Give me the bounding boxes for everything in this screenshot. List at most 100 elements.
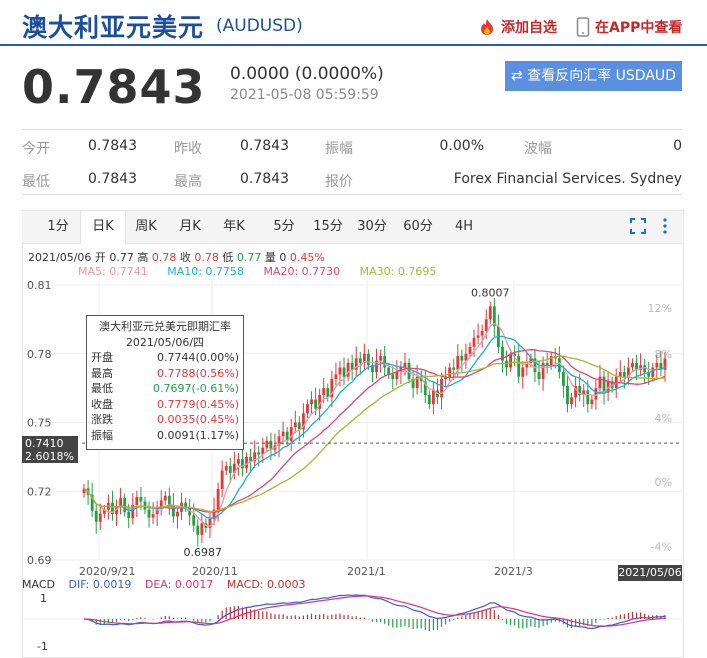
candle-body — [635, 362, 638, 370]
candle-body — [622, 372, 626, 377]
tooltip-row-value: 0.7779(0.45%) — [156, 397, 239, 411]
tab-weekly-k[interactable]: 周K — [124, 211, 168, 243]
ma-legend: MA5: 0.7741 MA10: 0.7758 MA20: 0.7730 MA… — [78, 265, 452, 278]
y-tick-label: 0.69 — [27, 554, 52, 567]
period-tabs: 1分 日K 周K 月K 年K 5分 15分 30分 60分 4H — [22, 211, 682, 244]
add-watchlist-label: 添加自选 — [501, 20, 557, 36]
candle-body — [566, 385, 569, 405]
candle-body — [281, 431, 285, 437]
open-app-button[interactable]: 在APP中查看 — [576, 17, 682, 37]
info-high-label: 高 — [137, 251, 149, 264]
tooltip-row-value: 0.0091(1.17%) — [156, 428, 239, 442]
candle-body — [643, 365, 647, 373]
candle-body — [586, 390, 590, 405]
candle-body — [468, 346, 472, 354]
info-date: 2021/05/06 — [28, 251, 92, 264]
candle-body — [484, 319, 488, 331]
candle-body — [391, 374, 395, 379]
candle-body — [379, 356, 383, 361]
candle-body — [521, 367, 525, 377]
tooltip-row: 振幅 0.0091(1.17%) — [87, 428, 243, 444]
y-tick-label: 0.75 — [27, 417, 52, 430]
tooltip-row: 最低 0.7697(-0.61%) — [87, 381, 243, 397]
info-vol: 0 — [279, 251, 287, 264]
min-annotation: 0.6987 — [184, 546, 223, 559]
prev-close-value: 0.7843 — [240, 138, 289, 154]
pct-tick-label: -4% — [651, 540, 672, 553]
tab-daily-k[interactable]: 日K — [80, 211, 126, 244]
tooltip-row: 收盘 0.7779(0.45%) — [87, 397, 243, 413]
candle-body — [167, 495, 171, 505]
tab-5min[interactable]: 5分 — [262, 211, 306, 243]
tooltip-row: 涨跌 0.0035(0.45%) — [87, 412, 243, 428]
candle-body — [509, 353, 513, 368]
more-options-icon[interactable] — [662, 218, 668, 238]
candle-body — [147, 509, 151, 518]
candle-body — [123, 498, 127, 512]
candle-body — [257, 452, 261, 455]
crosshair-value: 0.7410 — [25, 437, 64, 450]
candle-body — [245, 456, 248, 469]
candle-body — [618, 372, 622, 377]
candle-body — [476, 335, 480, 338]
tooltip-date: 2021/05/06/四 — [125, 336, 205, 349]
amplitude-value: 0.00% — [439, 138, 484, 154]
reverse-rate-button[interactable]: ⇄ 查看反向汇率 USDAUD — [505, 61, 682, 91]
candle-body — [598, 376, 602, 389]
low-label: 最低 — [22, 174, 50, 190]
tooltip-row-label: 涨跌 — [91, 413, 113, 426]
pct-tick-label: 12% — [648, 302, 672, 315]
tab-15min[interactable]: 15分 — [306, 211, 350, 243]
info-open-label: 开 — [94, 251, 106, 264]
candle-body — [241, 459, 244, 469]
candle-body — [314, 399, 318, 409]
macd-chart: 1 -1 — [22, 592, 682, 652]
tab-yearly-k[interactable]: 年K — [212, 211, 256, 243]
fire-icon — [481, 19, 493, 35]
candle-body — [196, 525, 200, 535]
tab-monthly-k[interactable]: 月K — [168, 211, 212, 243]
candle-body — [431, 390, 435, 405]
tab-60min[interactable]: 60分 — [396, 211, 440, 243]
quote-timestamp: 2021-05-08 05:59:59 — [230, 87, 379, 103]
candle-body — [228, 466, 232, 473]
x-tick-label: 2020/9/21 — [79, 565, 135, 578]
candle-body — [460, 356, 464, 361]
candle-body — [119, 498, 123, 507]
stats-table: 今开 0.7843 昨收 0.7843 振幅 0.00% 波幅 0 最低 0.7… — [22, 129, 682, 195]
tooltip-row-label: 振幅 — [91, 428, 113, 442]
tab-30min[interactable]: 30分 — [350, 211, 394, 243]
page-title: 澳大利亚元美元 — [22, 13, 205, 42]
candle-body — [159, 500, 163, 508]
low-value: 0.7843 — [88, 171, 137, 187]
dif-line — [83, 594, 666, 630]
title-bar: 澳大利亚元美元 (AUDUSD) 添加自选 在APP中查看 — [0, 0, 707, 46]
fullscreen-icon[interactable] — [630, 218, 646, 238]
quote-source-value: Forex Financial Services. Sydney — [453, 171, 682, 187]
info-pct: 0.45% — [289, 251, 325, 264]
ma20-label: MA20: 0.7730 — [263, 265, 341, 278]
ma10-label: MA10: 0.7758 — [167, 265, 244, 278]
candle-body — [407, 362, 411, 379]
phone-icon — [576, 17, 590, 37]
crosshair-date-box: 2021/05/06 — [618, 565, 682, 581]
y-tick-label: 0.72 — [27, 485, 52, 498]
symbol-code: (AUDUSD) — [216, 16, 303, 36]
info-close-label: 收 — [179, 251, 191, 264]
add-watchlist-button[interactable]: 添加自选 — [478, 17, 557, 37]
tab-4h[interactable]: 4H — [442, 211, 486, 243]
candle-body — [342, 367, 346, 377]
candle-body — [293, 422, 297, 428]
ma30-label: MA30: 0.7695 — [359, 265, 437, 278]
candle-info-line: 2021/05/06 开 0.77 高 0.78 收 0.78 低 0.77 量… — [28, 249, 325, 265]
macd-y-tick: -1 — [37, 640, 48, 652]
price-change: 0.0000 (0.0000%) — [230, 64, 384, 84]
candle-body — [338, 367, 342, 375]
pct-tick-label: 4% — [655, 412, 672, 425]
candle-body — [480, 330, 484, 336]
candle-body — [98, 513, 102, 522]
candle-body — [322, 388, 326, 395]
amplitude-label: 振幅 — [325, 141, 353, 157]
tab-1min[interactable]: 1分 — [36, 211, 80, 243]
candle-body — [94, 510, 98, 522]
